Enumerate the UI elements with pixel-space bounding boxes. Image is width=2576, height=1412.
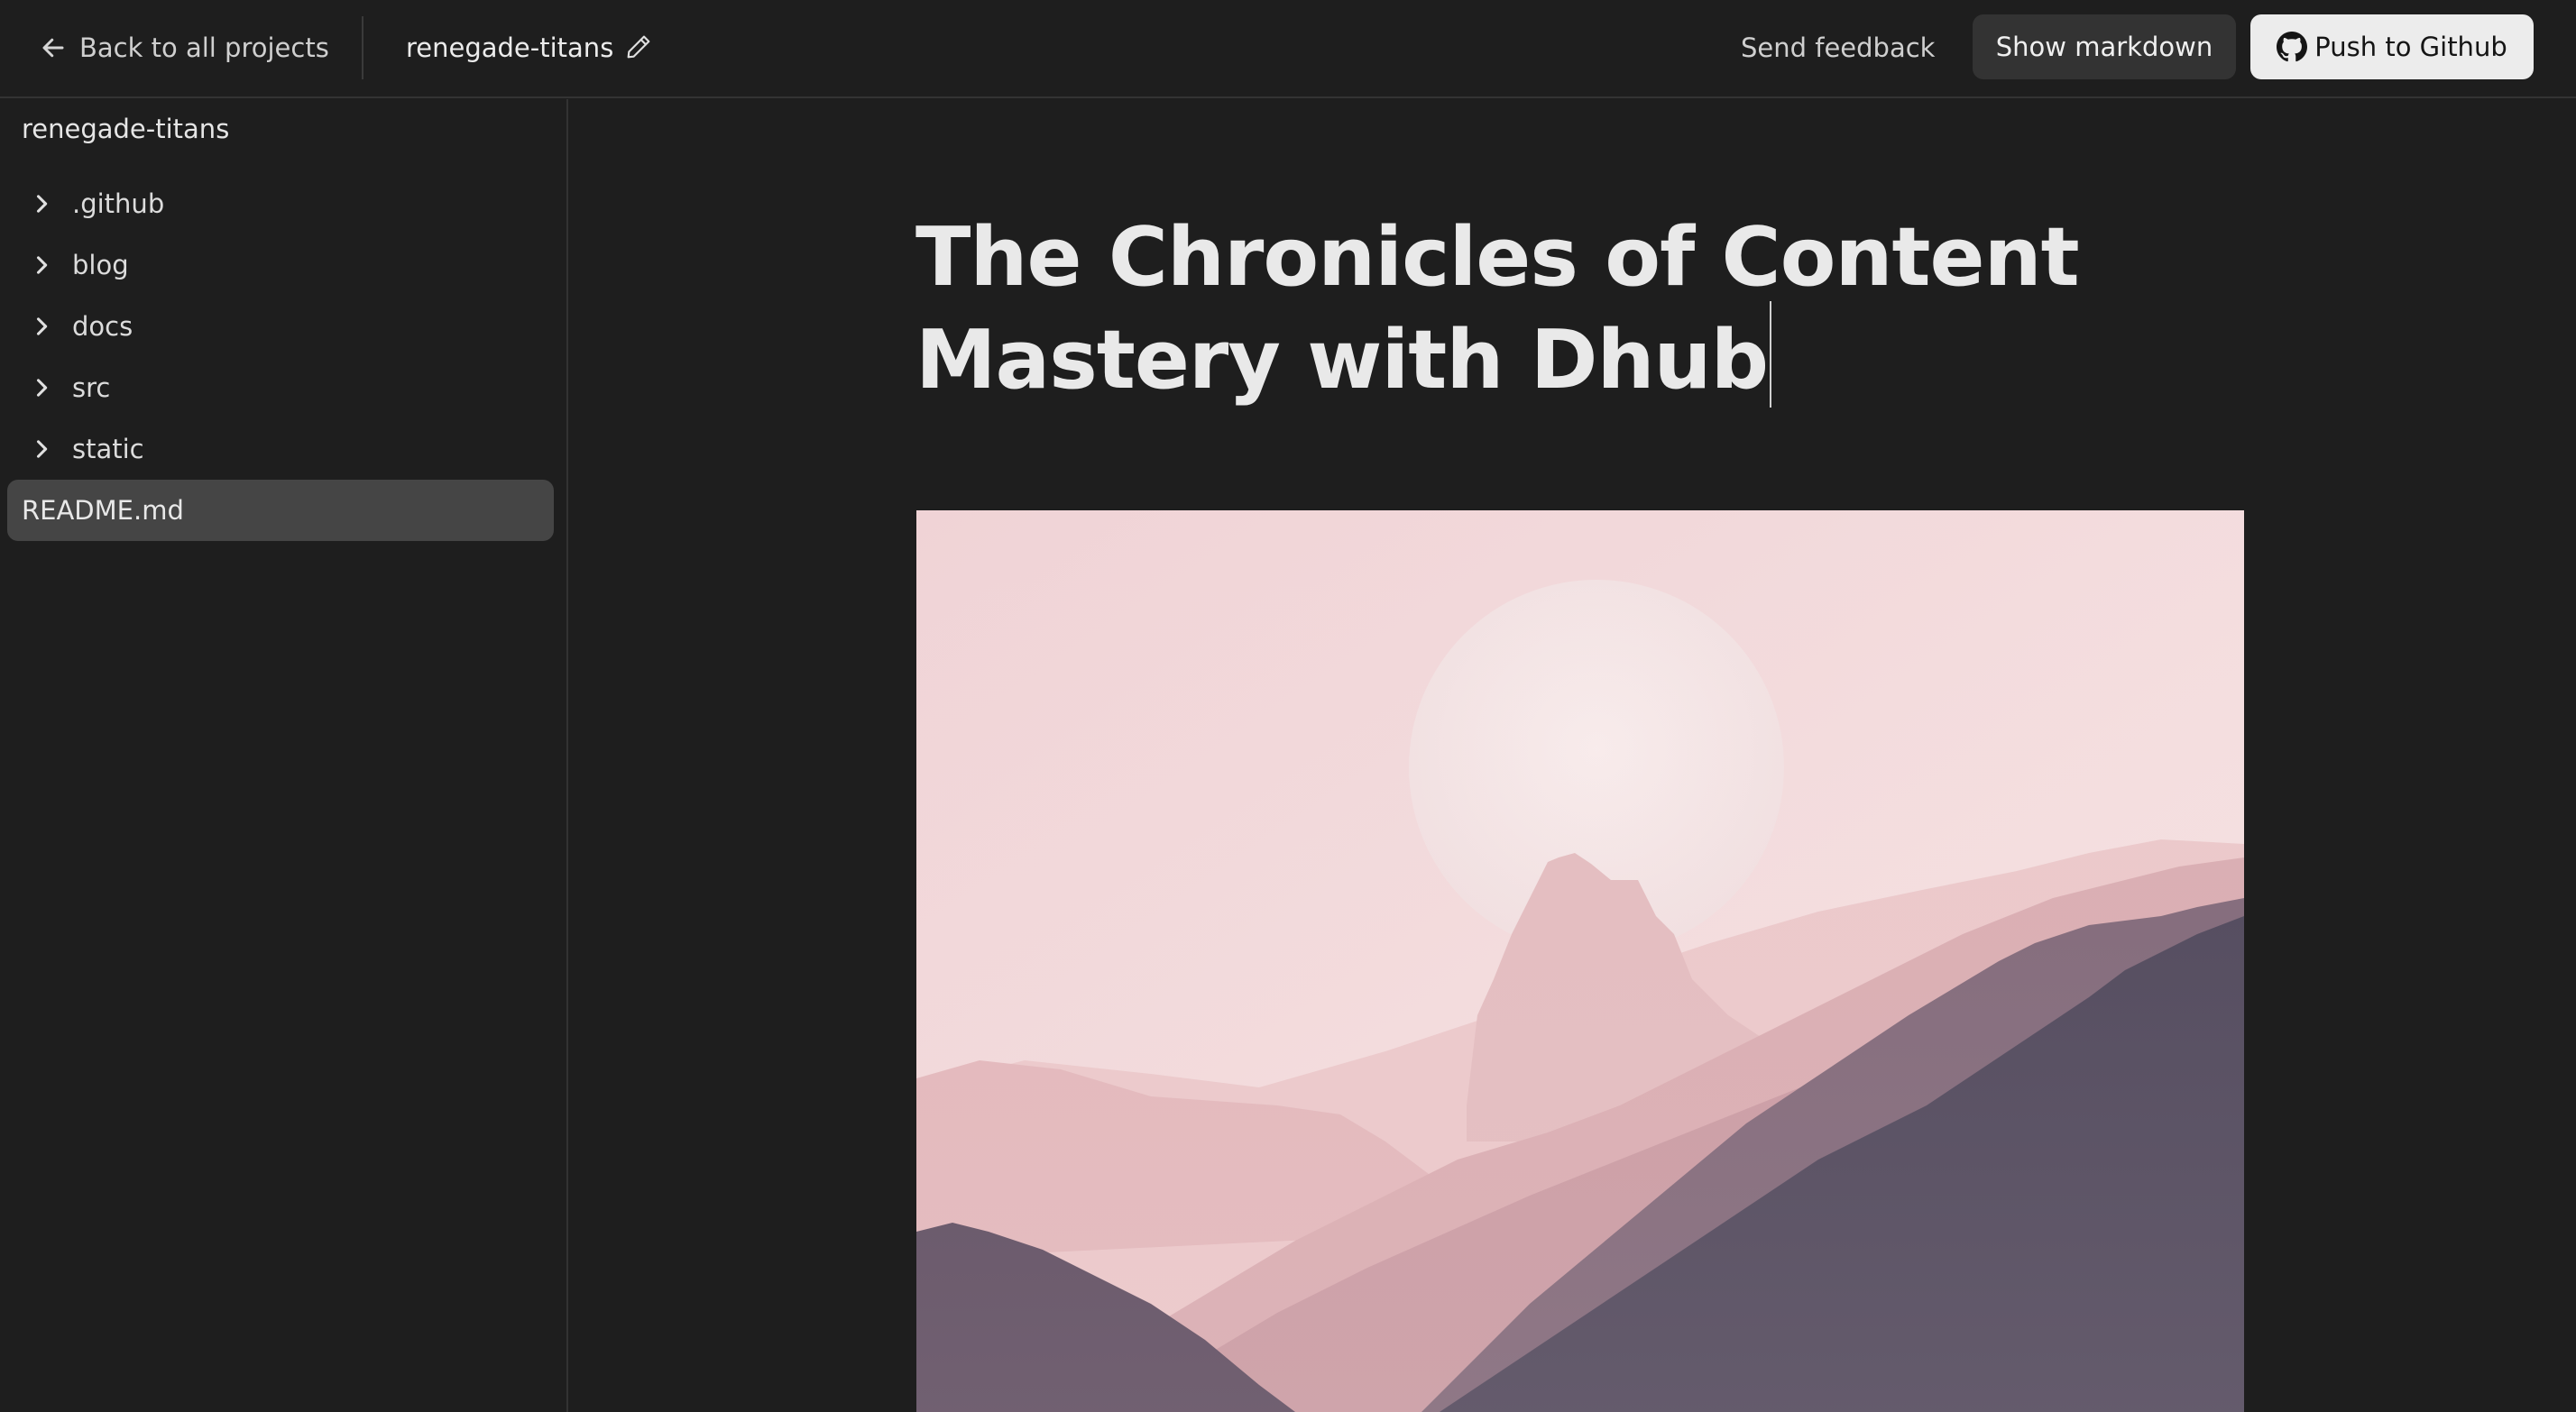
show-markdown-button[interactable]: Show markdown [1973, 14, 2236, 79]
chevron-right-icon [29, 191, 54, 216]
file-item-readme[interactable]: README.md [7, 480, 554, 541]
file-tree-sidebar: renegade-titans .github blog docs src st… [0, 99, 568, 1412]
push-to-github-label: Push to Github [2314, 32, 2507, 62]
folder-item-src[interactable]: src [7, 357, 554, 418]
document-editor[interactable]: The Chronicles of Content Mastery with D… [570, 99, 2576, 1412]
text-cursor [1770, 301, 1772, 408]
folder-label: docs [72, 311, 133, 342]
document-title[interactable]: The Chronicles of Content Mastery with D… [915, 215, 2178, 408]
chevron-right-icon [29, 375, 54, 400]
show-markdown-label: Show markdown [1995, 32, 2213, 62]
back-to-projects-link[interactable]: Back to all projects [40, 27, 329, 69]
send-feedback-link[interactable]: Send feedback [1741, 27, 1935, 69]
file-label: README.md [22, 495, 184, 526]
folder-label: blog [72, 250, 129, 280]
header-divider [362, 16, 363, 79]
folder-label: .github [72, 188, 165, 219]
project-name: renegade-titans [406, 27, 655, 69]
document-title-text: The Chronicles of Content Mastery with D… [915, 210, 2080, 408]
push-to-github-button[interactable]: Push to Github [2250, 14, 2534, 79]
folder-item-docs[interactable]: docs [7, 296, 554, 357]
project-name-label: renegade-titans [406, 32, 614, 63]
chevron-right-icon [29, 314, 54, 339]
folder-item-static[interactable]: static [7, 418, 554, 480]
folder-label: src [72, 372, 111, 403]
repository-root-label: renegade-titans [22, 114, 230, 144]
github-icon [2277, 32, 2308, 62]
folder-item-blog[interactable]: blog [7, 234, 554, 296]
chevron-right-icon [29, 252, 54, 278]
arrow-left-icon [40, 34, 67, 61]
folder-item-github[interactable]: .github [7, 173, 554, 234]
chevron-right-icon [29, 436, 54, 462]
pencil-icon[interactable] [624, 32, 655, 63]
top-bar: Back to all projects renegade-titans Sen… [0, 0, 2576, 98]
back-link-label: Back to all projects [79, 32, 329, 63]
hero-image-mountain-landscape[interactable] [916, 510, 2244, 1412]
folder-label: static [72, 434, 144, 464]
file-tree: .github blog docs src static README.md [7, 173, 554, 541]
